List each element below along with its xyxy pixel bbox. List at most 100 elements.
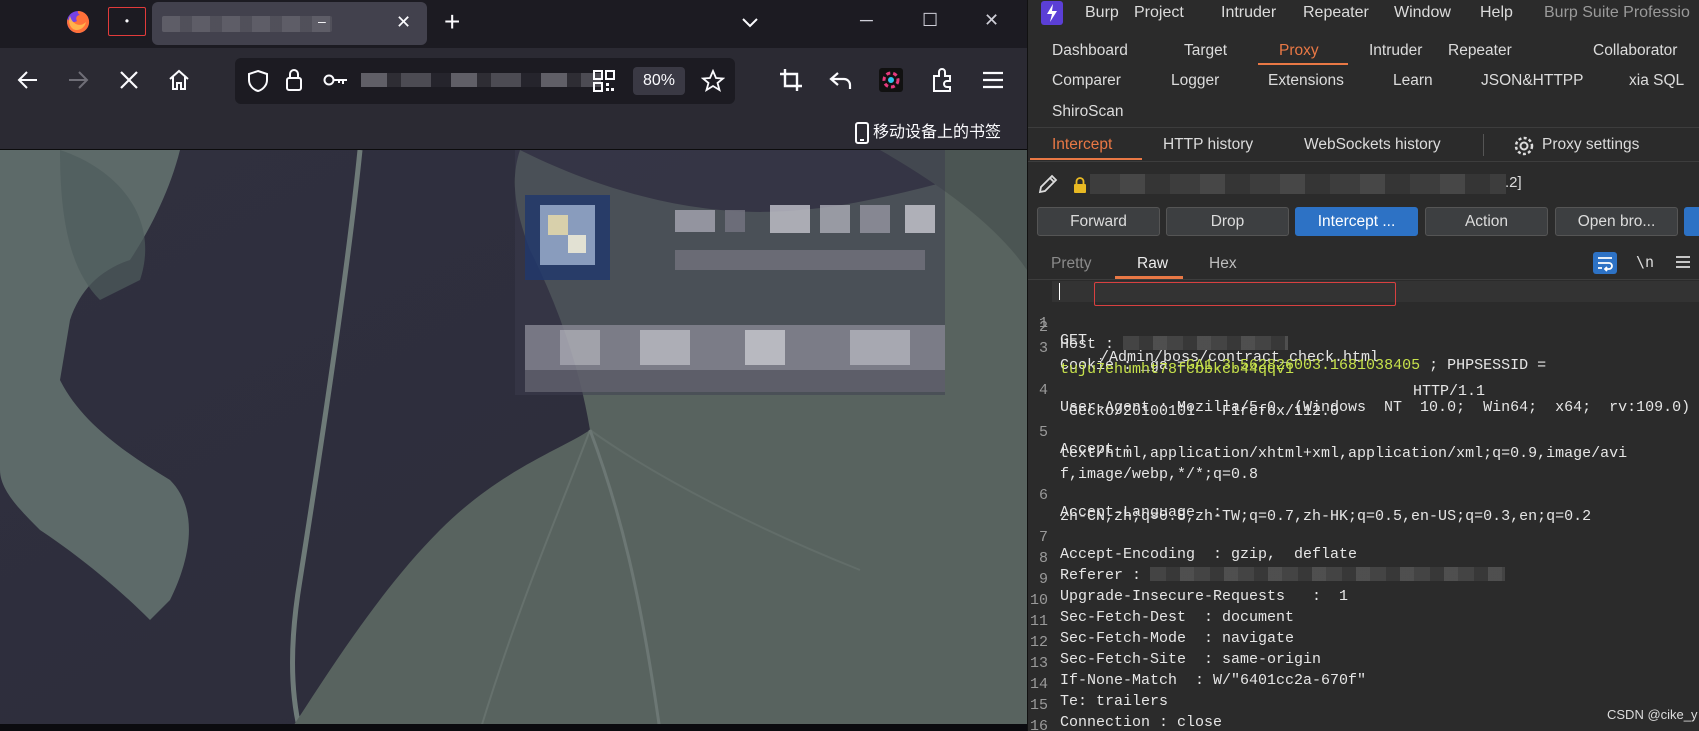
menu-burp[interactable]: Burp xyxy=(1085,4,1119,22)
request-line-3-wrap: tuju7ehumht78fcbbkcb44qqv1 xyxy=(1028,344,1699,378)
menu-window[interactable]: Window xyxy=(1394,4,1451,22)
mobile-device-icon xyxy=(855,122,869,144)
tab-repeater[interactable]: Repeater xyxy=(1448,42,1512,60)
tab-raw[interactable]: Raw xyxy=(1137,255,1168,273)
gear-icon[interactable] xyxy=(1513,135,1535,157)
page-content[interactable] xyxy=(0,150,1027,731)
forward-icon[interactable] xyxy=(65,67,91,93)
url-text-redacted xyxy=(361,73,601,87)
mobile-bookmarks-item[interactable]: 移动设备上的书签 xyxy=(855,121,1001,145)
tab-logger[interactable]: Logger xyxy=(1171,72,1219,90)
firefox-logo-icon[interactable] xyxy=(66,10,90,34)
burp-menubar: Burp Project Intruder Repeater Window He… xyxy=(1028,0,1699,28)
tab-extensions[interactable]: Extensions xyxy=(1268,72,1344,90)
request-line-5-wrap: text/html,application/xhtml+xml,applicat… xyxy=(1028,428,1699,462)
raw-request-editor[interactable]: 1 GET /Admin/boss/contract_check.html HT… xyxy=(1028,281,1699,731)
window-title: Burp Suite Professio xyxy=(1544,4,1690,21)
bookmark-star-icon[interactable] xyxy=(701,69,725,93)
minimize-button[interactable]: ─ xyxy=(860,10,873,31)
tab-websockets-history[interactable]: WebSockets history xyxy=(1304,136,1441,154)
tracking-shield-icon[interactable] xyxy=(247,69,269,93)
forward-button[interactable]: Forward xyxy=(1037,207,1160,236)
request-line-7: 7 Accept-Encoding : gzip, deflate xyxy=(1028,512,1699,563)
screenshot-root: • – ✕ + ─ ☐ ✕ 80% 移动设备上的书签 Burp Project … xyxy=(0,0,1699,731)
request-line-14: 14 Te: trailers xyxy=(1028,659,1699,710)
ginkgo-leaf-background-image xyxy=(0,150,1027,731)
active-tab[interactable]: – ✕ xyxy=(152,2,427,45)
tab-comparer[interactable]: Comparer xyxy=(1052,72,1121,90)
request-line-16: 16 xyxy=(1028,701,1699,731)
home-icon[interactable] xyxy=(166,67,192,93)
lock-icon xyxy=(1074,177,1086,193)
burp-main-tabs: Dashboard Target Proxy Intruder Repeater… xyxy=(1028,36,1699,128)
divider xyxy=(1028,161,1699,162)
list-all-tabs-icon[interactable] xyxy=(740,12,760,32)
extensions-puzzle-icon[interactable] xyxy=(930,67,956,93)
tab-target[interactable]: Target xyxy=(1184,42,1227,60)
burp-logo-icon xyxy=(1041,1,1063,25)
csdn-watermark: CSDN @cike_y xyxy=(1607,707,1698,722)
tab-pretty[interactable]: Pretty xyxy=(1051,255,1091,273)
stop-loading-icon[interactable] xyxy=(116,67,142,93)
bookmarks-toolbar: 移动设备上的书签 xyxy=(0,116,1027,150)
proxy-subtabs: Intercept HTTP history WebSockets histor… xyxy=(1028,132,1699,160)
pencil-edit-icon[interactable] xyxy=(1036,172,1060,196)
hamburger-menu-icon[interactable] xyxy=(980,67,1006,93)
menu-intruder[interactable]: Intruder xyxy=(1221,4,1276,22)
more-button[interactable] xyxy=(1684,207,1699,236)
request-line-15: 15 Connection : close xyxy=(1028,680,1699,731)
request-line-4: 4 User-Agent : Mozilla/5.0 (Windows NT 1… xyxy=(1028,365,1699,416)
url-bar[interactable]: 80% xyxy=(235,58,735,104)
tab-intruder[interactable]: Intruder xyxy=(1369,42,1422,60)
window-close-button[interactable]: ✕ xyxy=(984,10,999,31)
editor-menu-icon[interactable] xyxy=(1676,256,1690,268)
word-wrap-toggle[interactable] xyxy=(1593,252,1617,274)
tab-intercept[interactable]: Intercept xyxy=(1052,136,1112,154)
show-newlines-toggle[interactable]: \n xyxy=(1636,253,1654,271)
tab-shiroscan[interactable]: ShiroScan xyxy=(1052,103,1124,121)
tab-xia-sql[interactable]: xia SQL xyxy=(1629,72,1684,90)
tab-learn[interactable]: Learn xyxy=(1393,72,1433,90)
intercept-button-row: Forward Drop Intercept ... Action Open b… xyxy=(1028,207,1699,237)
tab-json-http[interactable]: JSON&HTTPP xyxy=(1481,72,1583,90)
request-line-8: 8 Referer : xyxy=(1028,533,1699,584)
lock-icon[interactable] xyxy=(285,68,303,92)
navigation-toolbar: 80% xyxy=(0,48,1027,116)
screenshot-crop-icon[interactable] xyxy=(778,67,804,93)
message-editor-tabs: Pretty Raw Hex \n xyxy=(1028,248,1699,280)
word-wrap-icon xyxy=(1598,257,1613,272)
menu-help[interactable]: Help xyxy=(1480,4,1513,22)
tab-loading-indicator: – xyxy=(318,13,326,29)
target-host-redacted xyxy=(1090,174,1506,194)
menu-project[interactable]: Project xyxy=(1134,4,1184,22)
pixelated-overlay xyxy=(515,150,945,395)
burp-suite-window: Burp Project Intruder Repeater Window He… xyxy=(1027,0,1699,731)
undo-arrow-icon[interactable] xyxy=(828,67,854,93)
new-tab-button[interactable]: + xyxy=(444,6,460,38)
extension-colorful-icon[interactable] xyxy=(878,67,904,93)
tab-collaborator[interactable]: Collaborator xyxy=(1593,42,1677,60)
menu-repeater[interactable]: Repeater xyxy=(1303,4,1369,22)
zoom-level-button[interactable]: 80% xyxy=(633,67,685,95)
tab-dashboard[interactable]: Dashboard xyxy=(1052,42,1128,60)
proxy-settings-link[interactable]: Proxy settings xyxy=(1542,136,1639,154)
request-line-5-wrap2: f,image/webp,*/*;q=0.8 xyxy=(1028,449,1699,483)
maximize-button[interactable]: ☐ xyxy=(922,10,938,31)
tab-title-redacted xyxy=(162,16,332,32)
tab-proxy[interactable]: Proxy xyxy=(1279,42,1319,60)
drop-button[interactable]: Drop xyxy=(1166,207,1289,236)
request-line-6: 6 Accept-Language : xyxy=(1028,470,1699,521)
request-line-9: 9 Upgrade-Insecure-Requests : 1 xyxy=(1028,554,1699,605)
tab-http-history[interactable]: HTTP history xyxy=(1163,136,1253,154)
open-browser-button[interactable]: Open bro... xyxy=(1555,207,1678,236)
tab-hex[interactable]: Hex xyxy=(1209,255,1237,273)
tab-close-icon[interactable]: ✕ xyxy=(396,12,411,33)
key-icon[interactable] xyxy=(323,72,349,88)
action-button[interactable]: Action xyxy=(1425,207,1548,236)
intercept-toggle-button[interactable]: Intercept ... xyxy=(1295,207,1418,236)
pinned-tab[interactable]: • xyxy=(108,7,146,36)
text-caret xyxy=(1059,283,1060,300)
back-icon[interactable] xyxy=(15,67,41,93)
qr-code-icon[interactable] xyxy=(593,70,615,92)
request-line-6-wrap: zh-CN,zh;q=0.8,zh-TW;q=0.7,zh-HK;q=0.5,e… xyxy=(1028,491,1699,525)
